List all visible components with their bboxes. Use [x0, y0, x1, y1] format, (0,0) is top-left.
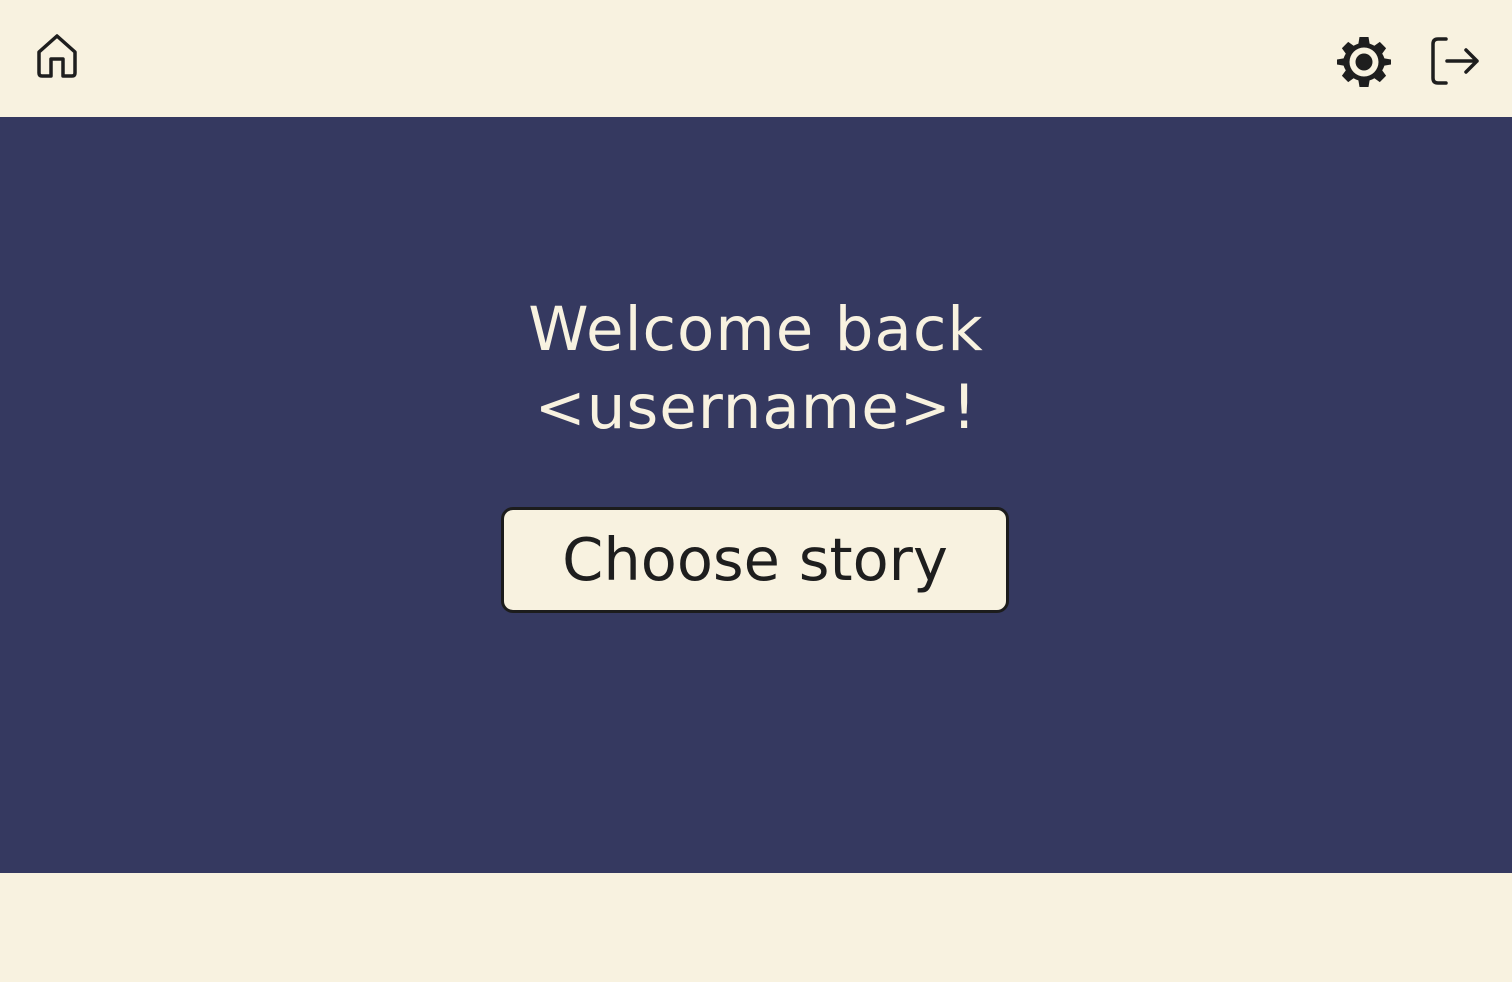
welcome-heading: Welcome back <username>! [456, 291, 1056, 447]
settings-button[interactable] [1337, 35, 1391, 89]
home-button[interactable] [34, 32, 80, 80]
welcome-text: Welcome back [528, 294, 984, 365]
choose-story-button[interactable]: Choose story [501, 507, 1009, 613]
top-bar [0, 0, 1512, 117]
footer [0, 873, 1512, 982]
logout-button[interactable] [1429, 36, 1481, 86]
gear-icon [1337, 37, 1391, 87]
home-icon [37, 34, 77, 78]
welcome-panel: Welcome back <username>! Choose story [0, 117, 1512, 873]
username-placeholder: <username>! [534, 372, 978, 443]
logout-icon [1431, 37, 1479, 85]
